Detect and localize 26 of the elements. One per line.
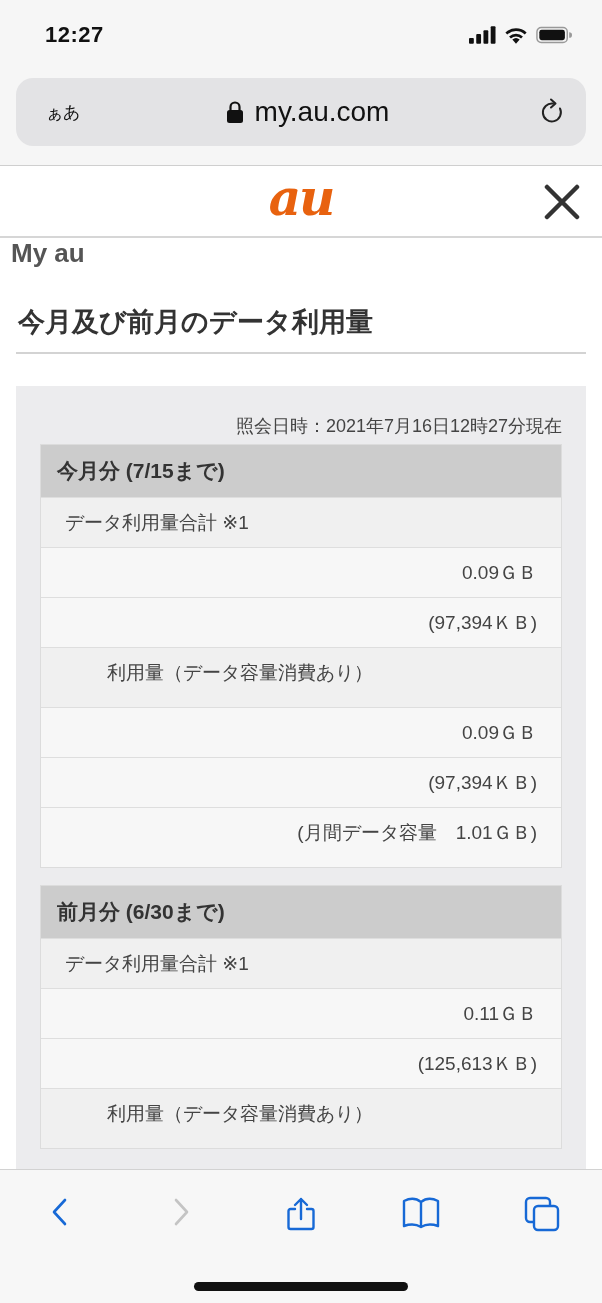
section-header: 前月分 (6/30まで) bbox=[41, 886, 561, 938]
text-size-button[interactable]: ぁあ bbox=[46, 100, 106, 124]
brand-title: My au bbox=[11, 238, 86, 270]
label-cell: 利用量（データ容量消費あり） bbox=[41, 1088, 561, 1148]
label-cell: データ利用量合計 ※1 bbox=[41, 497, 561, 547]
url-text: my.au.com bbox=[254, 96, 390, 128]
address-bar[interactable]: ぁあ my.au.com bbox=[16, 78, 586, 146]
label-cell: データ利用量合計 ※1 bbox=[41, 938, 561, 988]
value-cell: 0.09ＧＢ bbox=[41, 547, 561, 597]
tabs-icon[interactable] bbox=[523, 1196, 560, 1232]
label-cell: 利用量（データ容量消費あり） bbox=[41, 647, 561, 707]
section-header: 今月分 (7/15まで) bbox=[41, 445, 561, 497]
value-cell: (月間データ容量 1.01ＧＢ) bbox=[41, 807, 561, 867]
signal-icon bbox=[469, 26, 496, 44]
value-cell: 0.09ＧＢ bbox=[41, 707, 561, 757]
share-icon[interactable] bbox=[285, 1196, 317, 1232]
battery-icon bbox=[536, 26, 572, 44]
book-icon[interactable] bbox=[402, 1196, 441, 1230]
lock-icon bbox=[226, 101, 243, 123]
value-cell: 0.11ＧＢ bbox=[41, 988, 561, 1038]
page-title: 今月及び前月のデータ利用量 bbox=[16, 304, 586, 354]
status-time: 12:27 bbox=[45, 22, 104, 48]
wifi-icon bbox=[504, 26, 528, 44]
inquiry-time: 照会日時：2021年7月16日12時27分現在 bbox=[234, 415, 562, 438]
value-cell: (97,394ＫＢ) bbox=[41, 757, 561, 807]
close-icon[interactable] bbox=[544, 184, 580, 220]
